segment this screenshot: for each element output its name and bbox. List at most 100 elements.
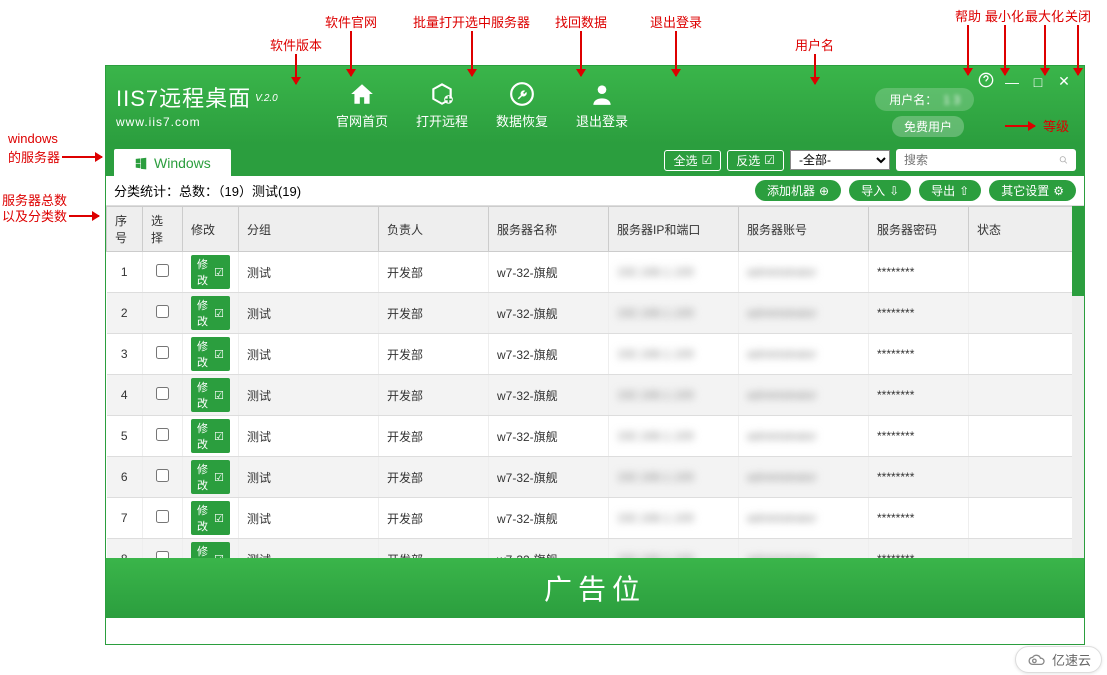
annot-version: 软件版本 bbox=[270, 35, 322, 84]
edit-button[interactable]: 修改 ☑ bbox=[191, 460, 230, 494]
annot-total2: 以及分类数 bbox=[2, 206, 99, 225]
logo: IIS7远程桌面V.2.0 www.iis7.com bbox=[116, 81, 316, 129]
search-icon[interactable] bbox=[1059, 153, 1068, 167]
cube-icon bbox=[429, 81, 455, 107]
cell-status bbox=[969, 252, 1084, 293]
nav-recovery[interactable]: 数据恢复 bbox=[496, 81, 548, 130]
edit-button[interactable]: 修改 ☑ bbox=[191, 501, 230, 535]
tab-windows[interactable]: Windows bbox=[114, 149, 231, 176]
settings-button[interactable]: 其它设置 ⚙ bbox=[989, 180, 1076, 201]
edit-button[interactable]: 修改 ☑ bbox=[191, 296, 230, 330]
cell-group: 测试 bbox=[239, 539, 379, 559]
cell-group: 测试 bbox=[239, 416, 379, 457]
cell-server-name: w7-32-旗舰 bbox=[489, 293, 609, 334]
logo-title: IIS7远程桌面 bbox=[116, 86, 251, 111]
cell-server-name: w7-32-旗舰 bbox=[489, 334, 609, 375]
annot-batch-open: 批量打开选中服务器 bbox=[413, 12, 530, 76]
row-number: 7 bbox=[107, 498, 143, 539]
close-icon[interactable]: ✕ bbox=[1056, 73, 1072, 90]
edit-button[interactable]: 修改 ☑ bbox=[191, 378, 230, 412]
row-number: 4 bbox=[107, 375, 143, 416]
cell-password: ******** bbox=[869, 375, 969, 416]
cell-ip: 192.168.1.100 bbox=[609, 293, 739, 334]
table-row[interactable]: 6 修改 ☑ 测试 开发部 w7-32-旗舰 192.168.1.100 adm… bbox=[107, 457, 1084, 498]
edit-button[interactable]: 修改 ☑ bbox=[191, 419, 230, 453]
cell-status bbox=[969, 334, 1084, 375]
cell-password: ******** bbox=[869, 293, 969, 334]
group-dropdown[interactable]: -全部- bbox=[790, 150, 890, 170]
cell-password: ******** bbox=[869, 498, 969, 539]
cell-ip: 192.168.1.100 bbox=[609, 539, 739, 559]
cell-status bbox=[969, 457, 1084, 498]
gear-icon: ⚙ bbox=[1053, 184, 1064, 198]
annot-level: 等级 bbox=[1005, 116, 1069, 135]
edit-icon: ☑ bbox=[214, 553, 224, 559]
row-checkbox[interactable] bbox=[156, 551, 169, 558]
user-icon bbox=[589, 81, 615, 107]
cell-server-name: w7-32-旗舰 bbox=[489, 539, 609, 559]
edit-button[interactable]: 修改 ☑ bbox=[191, 337, 230, 371]
table-row[interactable]: 2 修改 ☑ 测试 开发部 w7-32-旗舰 192.168.1.100 adm… bbox=[107, 293, 1084, 334]
table-row[interactable]: 7 修改 ☑ 测试 开发部 w7-32-旗舰 192.168.1.100 adm… bbox=[107, 498, 1084, 539]
cell-ip: 192.168.1.100 bbox=[609, 457, 739, 498]
cell-group: 测试 bbox=[239, 334, 379, 375]
annot-close: 关闭 bbox=[1065, 6, 1091, 75]
cell-owner: 开发部 bbox=[379, 498, 489, 539]
cell-owner: 开发部 bbox=[379, 416, 489, 457]
cell-owner: 开发部 bbox=[379, 252, 489, 293]
scrollbar[interactable] bbox=[1072, 206, 1084, 558]
row-checkbox[interactable] bbox=[156, 510, 169, 523]
annot-logout: 退出登录 bbox=[650, 12, 702, 76]
edit-button[interactable]: 修改 ☑ bbox=[191, 542, 230, 558]
brand-logo: 亿速云 bbox=[1015, 646, 1102, 673]
row-checkbox[interactable] bbox=[156, 264, 169, 277]
table-row[interactable]: 3 修改 ☑ 测试 开发部 w7-32-旗舰 192.168.1.100 adm… bbox=[107, 334, 1084, 375]
table-row[interactable]: 4 修改 ☑ 测试 开发部 w7-32-旗舰 192.168.1.100 adm… bbox=[107, 375, 1084, 416]
stats-text: 分类统计：总数：（19）测试(19) bbox=[114, 181, 301, 200]
row-checkbox[interactable] bbox=[156, 346, 169, 359]
ad-banner[interactable]: 广告位 bbox=[106, 558, 1084, 618]
row-checkbox[interactable] bbox=[156, 428, 169, 441]
titlebar: IIS7远程桌面V.2.0 www.iis7.com 官网首页 打开远程 数据恢… bbox=[106, 66, 1084, 144]
cell-status bbox=[969, 498, 1084, 539]
scroll-thumb[interactable] bbox=[1072, 206, 1084, 296]
cell-owner: 开发部 bbox=[379, 457, 489, 498]
nav-open-remote[interactable]: 打开远程 bbox=[416, 81, 468, 130]
row-number: 3 bbox=[107, 334, 143, 375]
cell-ip: 192.168.1.100 bbox=[609, 498, 739, 539]
table-row[interactable]: 8 修改 ☑ 测试 开发部 w7-32-旗舰 192.168.1.100 adm… bbox=[107, 539, 1084, 559]
wrench-icon bbox=[509, 81, 535, 107]
cell-account: administrator bbox=[739, 375, 869, 416]
nav-home[interactable]: 官网首页 bbox=[336, 81, 388, 130]
cell-account: administrator bbox=[739, 457, 869, 498]
search-input[interactable] bbox=[904, 153, 1059, 167]
edit-icon: ☑ bbox=[214, 471, 224, 484]
check-icon: ☑ bbox=[764, 153, 775, 167]
invert-select-button[interactable]: 反选 ☑ bbox=[727, 150, 784, 171]
row-checkbox[interactable] bbox=[156, 469, 169, 482]
edit-icon: ☑ bbox=[214, 266, 224, 279]
table-row[interactable]: 1 修改 ☑ 测试 开发部 w7-32-旗舰 192.168.1.100 adm… bbox=[107, 252, 1084, 293]
select-all-button[interactable]: 全选 ☑ bbox=[664, 150, 721, 171]
import-button[interactable]: 导入 ⇩ bbox=[849, 180, 911, 201]
user-level-badge[interactable]: 免费用户 bbox=[892, 116, 964, 137]
edit-icon: ☑ bbox=[214, 348, 224, 361]
add-machine-button[interactable]: 添加机器 ⊕ bbox=[755, 180, 841, 201]
nav-logout[interactable]: 退出登录 bbox=[576, 81, 628, 130]
search-input-wrap bbox=[896, 149, 1076, 171]
export-button[interactable]: 导出 ⇧ bbox=[919, 180, 981, 201]
annot-winserv2: 的服务器 bbox=[8, 147, 102, 166]
cell-account: administrator bbox=[739, 539, 869, 559]
row-checkbox[interactable] bbox=[156, 387, 169, 400]
edit-button[interactable]: 修改 ☑ bbox=[191, 255, 230, 289]
logo-subtitle: www.iis7.com bbox=[116, 115, 316, 129]
annot-min: 最小化 bbox=[985, 6, 1024, 75]
cell-status bbox=[969, 375, 1084, 416]
cell-account: administrator bbox=[739, 252, 869, 293]
table-row[interactable]: 5 修改 ☑ 测试 开发部 w7-32-旗舰 192.168.1.100 adm… bbox=[107, 416, 1084, 457]
user-name-value: 1 3 bbox=[943, 93, 960, 107]
windows-icon bbox=[134, 156, 148, 170]
cell-group: 测试 bbox=[239, 498, 379, 539]
cell-group: 测试 bbox=[239, 293, 379, 334]
row-checkbox[interactable] bbox=[156, 305, 169, 318]
